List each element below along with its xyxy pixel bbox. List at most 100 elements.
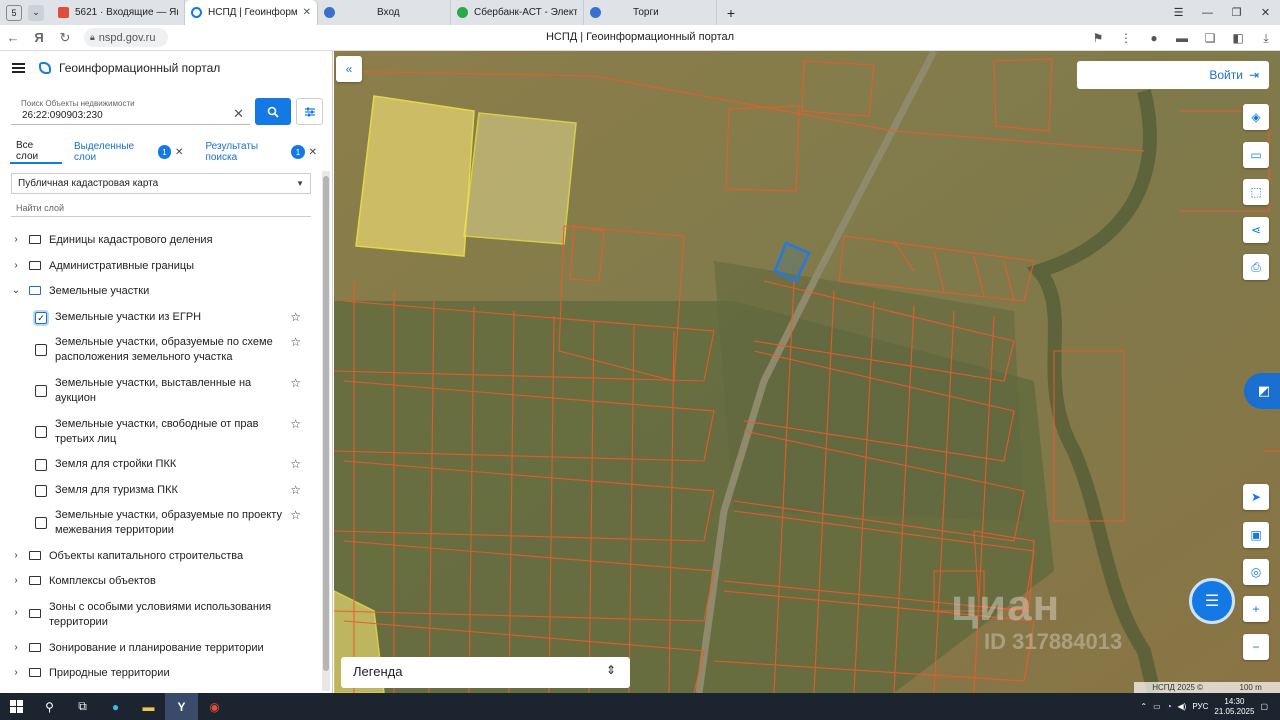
checkbox[interactable] [35,459,47,471]
tab-selected-layers[interactable]: Выделенные слои 1 ✕ [68,140,189,164]
star-icon[interactable]: ☆ [290,457,301,471]
tab-count-button[interactable]: 5 [6,4,22,21]
new-tab-plus-icon[interactable]: + [721,5,741,21]
navigate-button[interactable]: ➤ [1243,484,1269,510]
minimap-button[interactable]: ▣ [1243,522,1269,548]
star-icon[interactable]: ☆ [290,376,301,390]
volume-icon[interactable]: ◀) [1178,702,1187,711]
chevron-right-icon[interactable]: › [11,607,21,618]
star-icon[interactable]: ☆ [290,417,301,431]
close-tab-icon[interactable]: ✕ [175,147,183,158]
login-button[interactable]: Войти ⇥ [1077,61,1269,89]
map-canvas[interactable] [334,51,1280,693]
chevron-down-icon[interactable]: ⌄ [11,285,21,296]
layers-button[interactable]: ◈ [1243,104,1269,130]
file-explorer-icon[interactable]: ▬ [132,693,165,720]
clear-search-icon[interactable]: ✕ [233,106,244,122]
windows-start-icon[interactable] [0,693,33,720]
search-input[interactable]: Поиск Объекты недвижимости 26:22:090903:… [11,98,250,125]
find-layer-input[interactable]: Найти слой [11,203,311,217]
layer-item-scheme[interactable]: Земельные участки, образуемые по схеме р… [11,335,307,365]
url-field[interactable]: 🔒︎ nspd.gov.ru [84,28,168,47]
layer-group-admin-borders[interactable]: › Административные границы [11,259,307,274]
layer-item-egrn[interactable]: ✓ Земельные участки из ЕГРН ☆ [11,310,307,325]
map-view[interactable]: « Войти ⇥ ◈ ▭ ⬚ ⋖ ⎙ ◩ ➤ ▣ ◎ + − ☰ циан I… [334,51,1280,693]
print-button[interactable]: ⎙ [1243,254,1269,280]
geolocate-button[interactable]: ◎ [1243,559,1269,585]
browser-tab-nspd[interactable]: НСПД | Геоинформац ✕ [185,0,318,25]
chevron-right-icon[interactable]: › [11,642,21,653]
checkbox[interactable] [35,426,47,438]
collections-icon[interactable]: ❏ [1196,31,1224,45]
side-widget-button[interactable]: ◩ [1244,373,1280,409]
restore-icon[interactable]: ❐ [1222,6,1251,19]
downloads-icon[interactable]: ▬ [1168,31,1196,45]
zoom-in-button[interactable]: + [1243,596,1269,622]
measure-button[interactable]: ▭ [1243,142,1269,168]
app-circle-icon[interactable]: ◉ [198,693,231,720]
star-icon[interactable]: ☆ [290,508,301,522]
browser-tab-mail[interactable]: 5621 · Входящие — Яндек [52,0,185,25]
extension-icon[interactable]: ● [1140,31,1168,45]
scrollbar-thumb[interactable] [323,176,329,671]
layer-item-tourism[interactable]: Земля для туризма ПКК ☆ [11,483,307,498]
browser-menu-icon[interactable]: ☰ [1164,6,1193,19]
search-button[interactable] [255,98,291,125]
checkbox[interactable] [35,385,47,397]
task-view-icon[interactable]: ⧉ [66,693,99,720]
tab-search-results[interactable]: Результаты поиска 1 ✕ [199,140,323,164]
checkbox[interactable] [35,344,47,356]
language-indicator[interactable]: РУС [1192,702,1208,711]
checkbox-checked[interactable]: ✓ [35,312,47,324]
tab-list-chevron-icon[interactable]: ⌄ [28,4,44,21]
profile-icon[interactable]: ◧ [1224,31,1252,45]
chevron-right-icon[interactable]: › [11,234,21,245]
battery-icon[interactable]: ▭ [1153,702,1161,711]
share-button[interactable]: ⋖ [1243,217,1269,243]
close-tab-icon[interactable]: ✕ [303,7,311,18]
browser-tab-login[interactable]: Вход [318,0,451,25]
select-area-button[interactable]: ⬚ [1243,179,1269,205]
more-vertical-icon[interactable]: ⋮ [1112,31,1140,45]
back-arrow-icon[interactable]: ← [0,30,26,45]
basemap-select[interactable]: Публичная кадастровая карта ▼ [11,173,311,194]
filter-settings-button[interactable] [296,98,323,125]
yandex-browser-icon[interactable]: Y [165,693,198,720]
clock[interactable]: 14:30 21.05.2025 [1214,697,1254,717]
reload-icon[interactable]: ↻ [52,30,78,46]
layer-item-construction[interactable]: Земля для стройки ПКК ☆ [11,457,307,472]
bookmark-icon[interactable]: ⚑ [1084,31,1112,45]
browser-tab-sberbank[interactable]: Сбербанк-АСТ - Электро [451,0,584,25]
checkbox[interactable] [35,485,47,497]
legend-toggle[interactable]: Легенда ⇕ [341,657,630,688]
chevron-right-icon[interactable]: › [11,575,21,586]
tray-chevron-icon[interactable]: ⌃ [1140,702,1147,711]
tab-all-layers[interactable]: Все слои [10,140,62,164]
zoom-out-button[interactable]: − [1243,634,1269,660]
layer-group-complexes[interactable]: › Комплексы объектов [11,574,307,589]
browser-tab-torgi[interactable]: Торги [584,0,717,25]
close-window-icon[interactable]: ✕ [1251,6,1280,19]
layer-group-natural[interactable]: › Природные территории [11,666,307,681]
layer-item-free[interactable]: Земельные участки, свободные от прав тре… [11,417,307,447]
chevron-right-icon[interactable]: › [11,550,21,561]
notifications-icon[interactable]: ▢ [1260,702,1268,711]
layer-group-special-zones[interactable]: › Зоны с особыми условиями использования … [11,600,307,630]
edge-browser-icon[interactable]: ● [99,693,132,720]
network-icon[interactable]: ◔ [1167,702,1172,711]
panel-scrollbar[interactable] [322,171,330,691]
star-icon[interactable]: ☆ [290,335,301,349]
hamburger-menu-icon[interactable] [12,63,25,73]
chevron-right-icon[interactable]: › [11,260,21,271]
close-tab-icon[interactable]: ✕ [309,147,317,158]
chat-button[interactable]: ☰ [1189,578,1235,624]
layer-group-cadastral-units[interactable]: › Единицы кадастрового деления [11,233,307,248]
chevron-right-icon[interactable]: › [11,667,21,678]
minimize-icon[interactable]: — [1193,7,1222,19]
search-icon[interactable]: ⚲ [33,693,66,720]
layer-item-survey-project[interactable]: Земельные участки, образуемые по проекту… [11,508,307,538]
layer-group-zoning[interactable]: › Зонирование и планирование территории [11,641,307,656]
star-icon[interactable]: ☆ [290,310,301,324]
yandex-home-icon[interactable]: Я [26,30,52,45]
star-icon[interactable]: ☆ [290,483,301,497]
